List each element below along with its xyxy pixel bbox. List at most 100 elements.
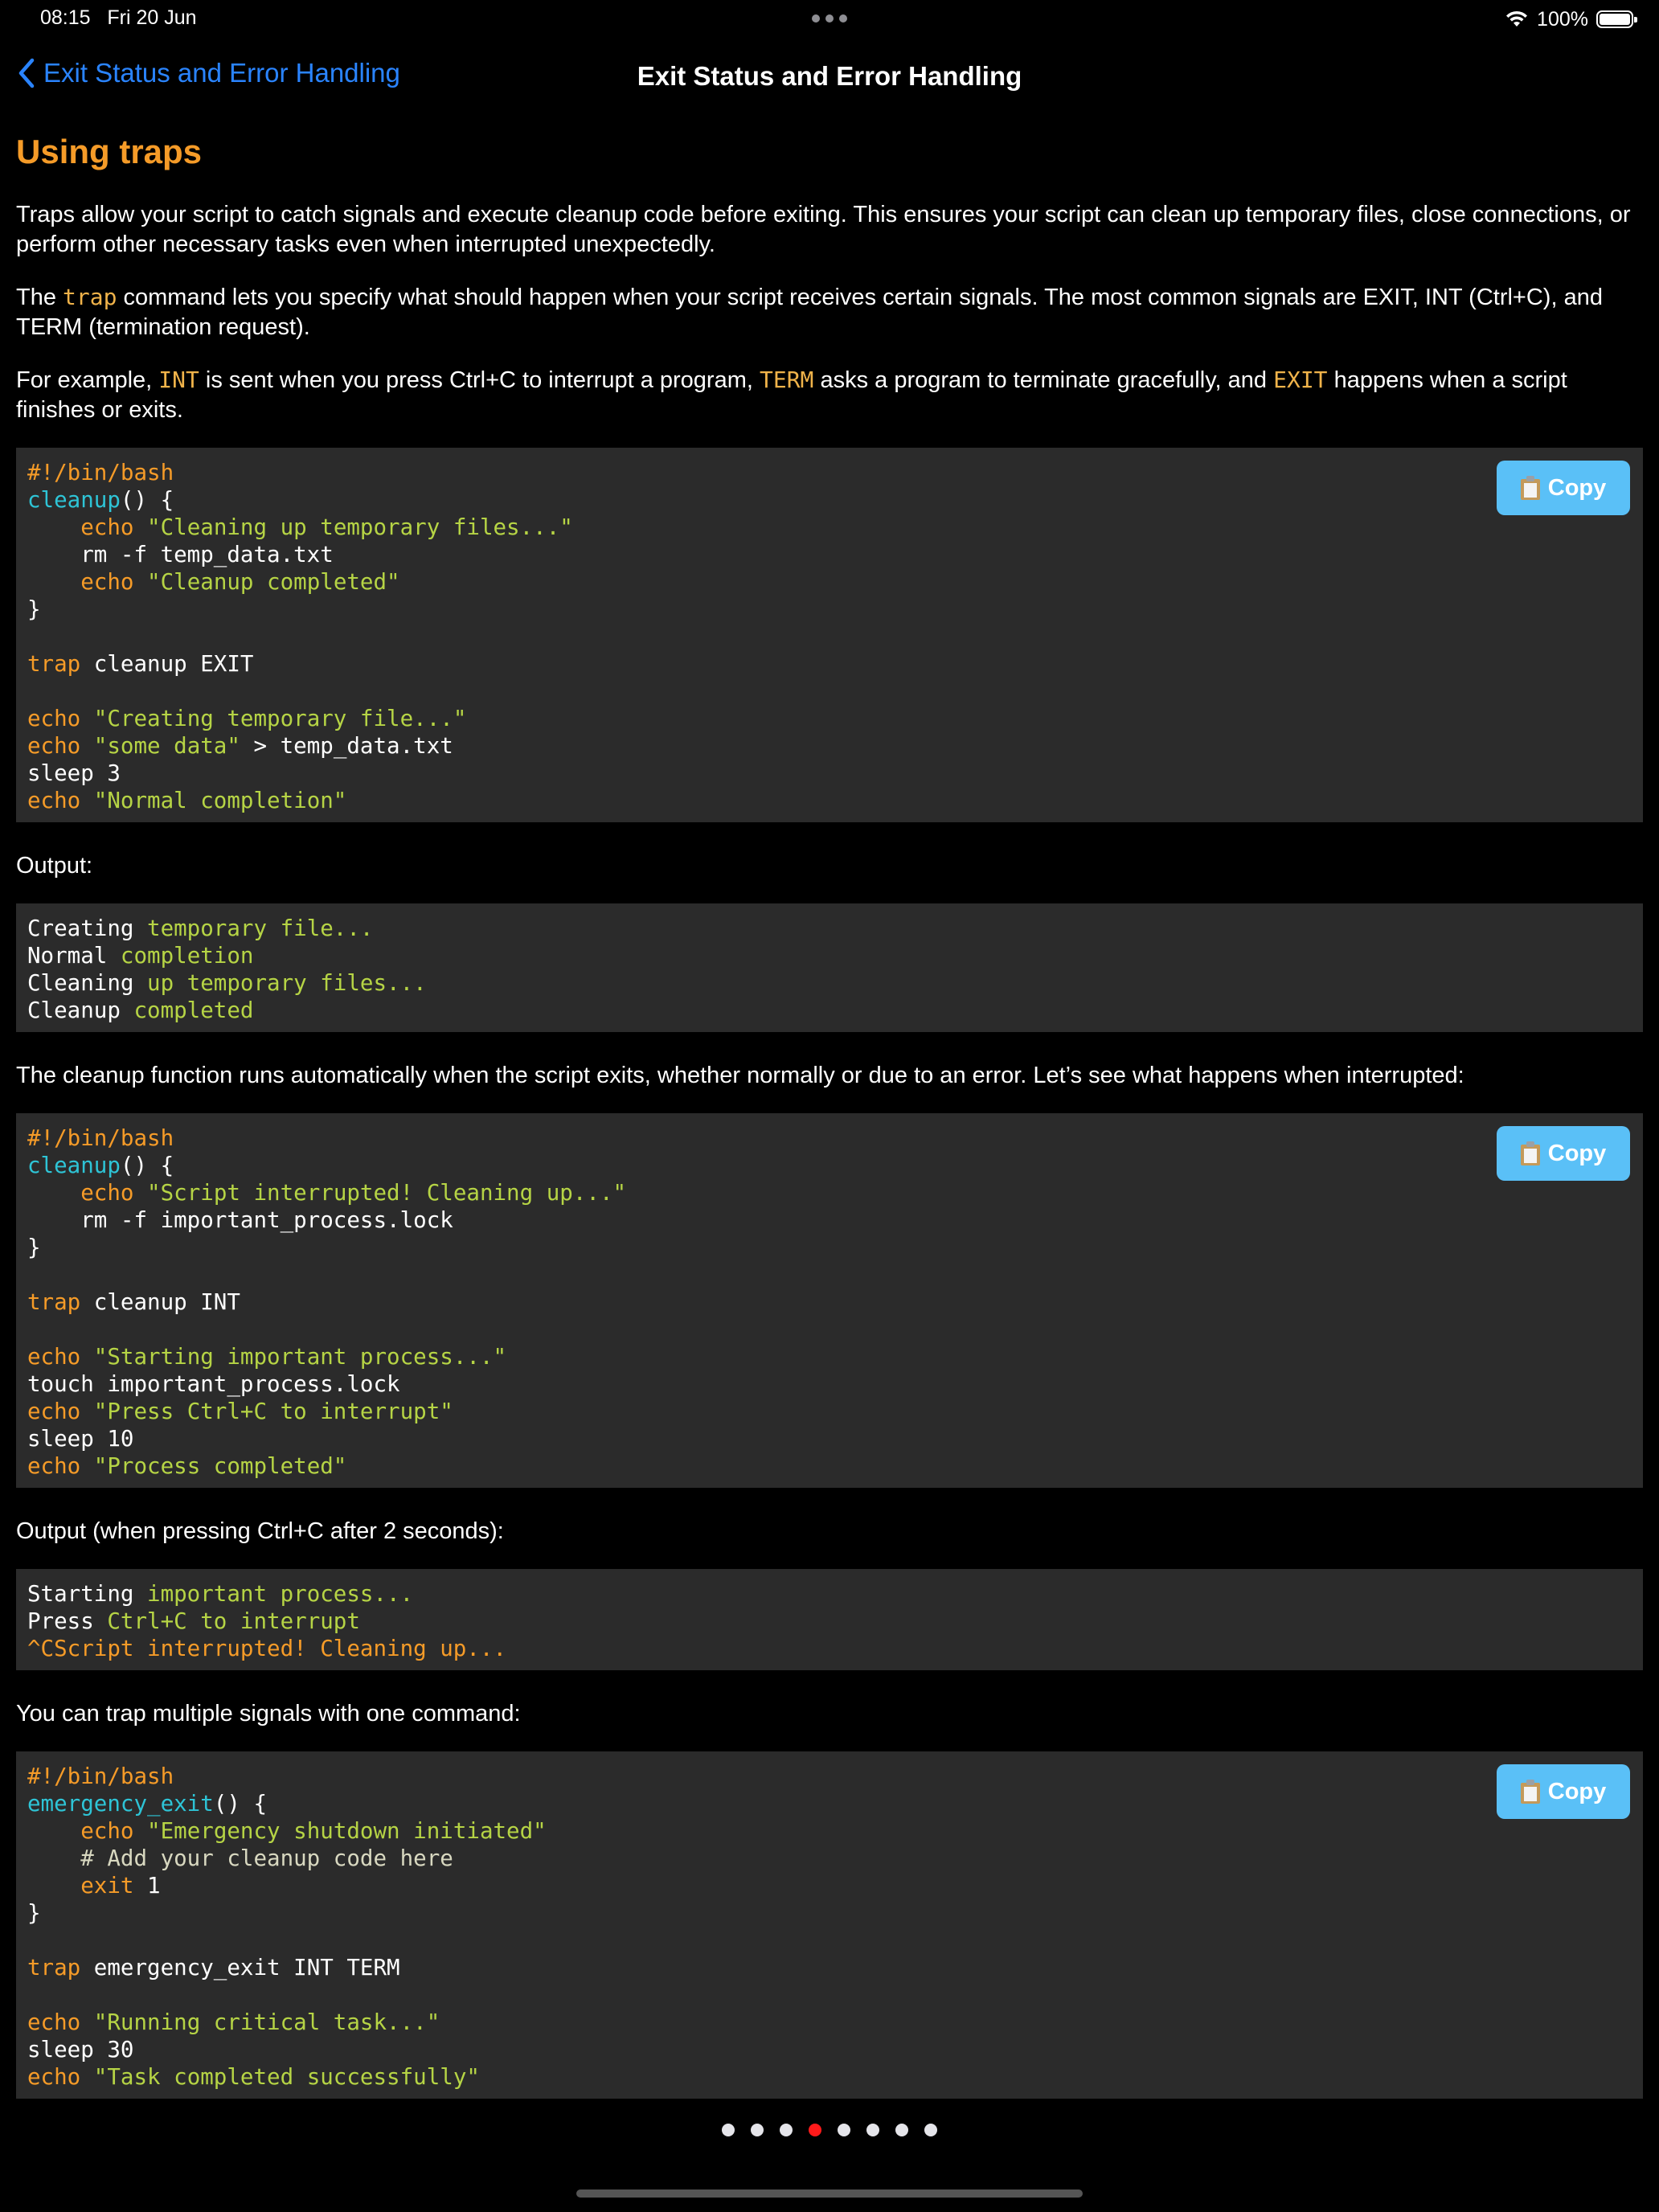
code-line: # Add your cleanup code here: [27, 1845, 1632, 1872]
page-dot[interactable]: [895, 2124, 908, 2136]
code-block-cleanup-int: #!/bin/bash cleanup() { echo "Script inte…: [16, 1113, 1643, 1488]
code-token: () {: [120, 487, 174, 513]
code-token: echo: [80, 569, 134, 595]
code-token: "Emergency shutdown initiated": [147, 1818, 547, 1844]
code-token: cleanup: [27, 487, 121, 513]
code-line: echo "Running critical task...": [27, 2009, 1632, 2036]
code-token: "Press Ctrl+C to interrupt": [93, 1399, 453, 1424]
code-line: emergency_exit() {: [27, 1790, 1632, 1817]
status-indicators: 100%: [1505, 6, 1637, 32]
code-lines: #!/bin/bash cleanup() { echo "Cleaning up…: [27, 459, 1632, 814]
code-line: sleep 10: [27, 1425, 1632, 1452]
text-segment: asks a program to terminate gracefully, …: [813, 367, 1274, 393]
code-token: }: [27, 1235, 41, 1260]
code-line: echo "some data" > temp_data.txt: [27, 732, 1632, 760]
code-token: ^CScript interrupted! Cleaning up...: [27, 1636, 507, 1661]
code-token: Ctrl+C to interrupt: [107, 1608, 360, 1634]
code-token: }: [27, 1900, 41, 1926]
battery-percentage: 100%: [1537, 7, 1588, 31]
code-token: emergency_exit: [27, 1791, 214, 1817]
status-date: Fri 20 Jun: [107, 6, 197, 29]
code-token: exit: [80, 1873, 134, 1899]
code-line: ^CScript interrupted! Cleaning up...: [27, 1635, 1632, 1662]
code-token: "Cleaning up temporary files...": [147, 514, 573, 540]
code-line: }: [27, 1899, 1632, 1927]
code-token: #!/bin/bash: [27, 460, 174, 485]
code-line: sleep 3: [27, 760, 1632, 787]
article-content: Using traps Traps allow your script to c…: [16, 133, 1643, 2128]
inline-code-keyword: INT: [158, 367, 199, 393]
code-line: cleanup() {: [27, 1152, 1632, 1179]
page-indicator[interactable]: [0, 2124, 1659, 2136]
code-token: Normal: [27, 943, 121, 969]
output-label: Output (when pressing Ctrl+C after 2 sec…: [16, 1518, 504, 1544]
code-token: echo: [27, 2009, 81, 2035]
code-token: completion: [120, 943, 254, 969]
page-dot[interactable]: [780, 2124, 793, 2136]
code-line: touch important_process.lock: [27, 1370, 1632, 1398]
code-line: cleanup() {: [27, 486, 1632, 514]
code-line: #!/bin/bash: [27, 1124, 1632, 1152]
status-time: 08:15 Fri 20 Jun: [40, 6, 197, 30]
code-token: #!/bin/bash: [27, 1125, 174, 1151]
page-dot[interactable]: [924, 2124, 937, 2136]
copy-button[interactable]: Copy: [1497, 1764, 1630, 1819]
status-bar: 08:15 Fri 20 Jun 100%: [0, 0, 1659, 40]
code-line: echo "Emergency shutdown initiated": [27, 1817, 1632, 1845]
copy-button-label: Copy: [1547, 1140, 1607, 1166]
inline-code-keyword: trap: [63, 284, 117, 310]
code-token: # Add your cleanup code here: [27, 1845, 453, 1871]
code-token: echo: [27, 733, 81, 759]
code-token: "Script interrupted! Cleaning up...": [147, 1180, 627, 1206]
code-token: touch important_process.lock: [27, 1371, 400, 1397]
code-token: important process...: [147, 1581, 414, 1607]
signals-example-paragraph: For example, INT is sent when you press …: [16, 365, 1643, 425]
copy-button[interactable]: Copy: [1497, 461, 1630, 515]
code-token: "Cleanup completed": [147, 569, 400, 595]
code-token: rm -f temp_data.txt: [27, 542, 334, 567]
code-token: echo: [27, 788, 81, 813]
code-line: trap cleanup EXIT: [27, 650, 1632, 678]
code-block-cleanup-exit: #!/bin/bash cleanup() { echo "Cleaning up…: [16, 448, 1643, 822]
page-dot[interactable]: [838, 2124, 850, 2136]
page-dot[interactable]: [722, 2124, 735, 2136]
page-dot-active[interactable]: [809, 2124, 821, 2136]
code-line: Creating temporary file...: [27, 915, 1632, 942]
code-line: Normal completion: [27, 942, 1632, 969]
code-token: trap: [27, 651, 81, 677]
code-token: trap: [27, 1289, 81, 1315]
output-block-normal: Creating temporary file... Normal complet…: [16, 903, 1643, 1032]
code-block-emergency-exit: #!/bin/bash emergency_exit() { echo "Emer…: [16, 1751, 1643, 2099]
code-line: echo "Cleanup completed": [27, 568, 1632, 596]
code-line: #!/bin/bash: [27, 459, 1632, 486]
code-line: }: [27, 1234, 1632, 1261]
code-line: sleep 30: [27, 2036, 1632, 2063]
code-token: "Creating temporary file...": [93, 706, 467, 731]
code-token: up temporary files...: [147, 970, 427, 996]
home-indicator[interactable]: [576, 2189, 1083, 2198]
clipboard-icon: [1520, 476, 1540, 500]
clipboard-icon: [1520, 1780, 1540, 1804]
page-dot[interactable]: [751, 2124, 764, 2136]
copy-button[interactable]: Copy: [1497, 1126, 1630, 1181]
multitasking-dots-icon[interactable]: [812, 14, 847, 23]
code-token: Cleanup: [27, 997, 134, 1023]
code-token: completed: [133, 997, 254, 1023]
code-line: trap cleanup INT: [27, 1288, 1632, 1316]
code-token: cleanup EXIT: [80, 651, 254, 677]
code-line: Cleaning up temporary files...: [27, 969, 1632, 997]
code-token: echo: [27, 2064, 81, 2090]
page-dot[interactable]: [866, 2124, 879, 2136]
output-lines: Creating temporary file... Normal complet…: [27, 915, 1632, 1024]
code-token: > temp_data.txt: [240, 733, 453, 759]
trap-command-paragraph: The trap command lets you specify what s…: [16, 282, 1643, 342]
code-line: }: [27, 596, 1632, 623]
